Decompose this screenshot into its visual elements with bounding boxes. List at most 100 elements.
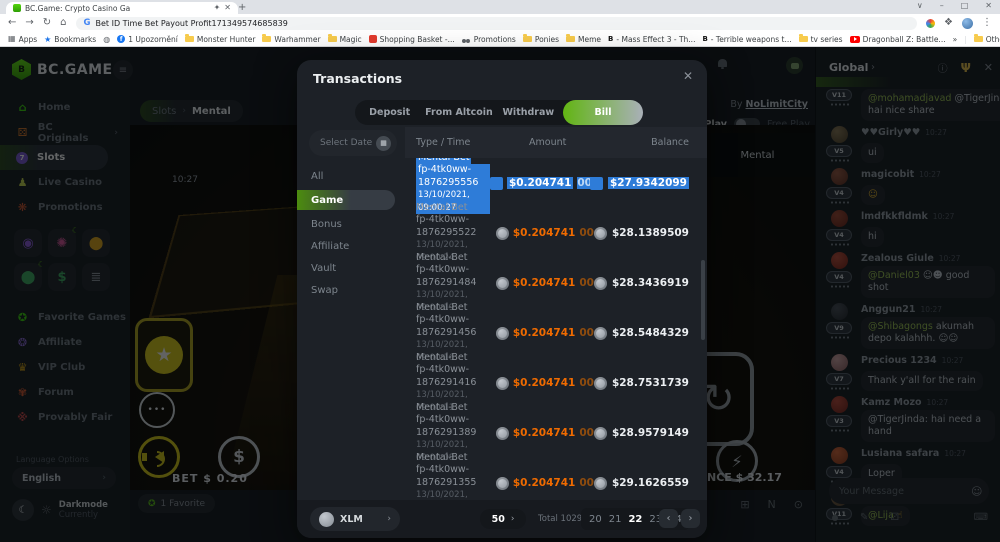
filter-affiliate[interactable]: Affiliate [297, 235, 405, 257]
balance-cell: $28.9579149 [594, 427, 689, 440]
bookmark-tv-series[interactable]: tv series [799, 35, 843, 44]
filter-swap[interactable]: Swap [297, 279, 405, 301]
window-minimize-icon[interactable]: – [940, 1, 944, 10]
back-icon[interactable]: ← [8, 18, 16, 28]
tab-from-altcoin[interactable]: From Altcoin [424, 107, 493, 118]
address-bar[interactable]: G Bet ID Time Bet Payout Profit171349574… [76, 17, 918, 30]
bookmark-meme[interactable]: Meme [566, 35, 601, 44]
home-icon[interactable]: ⌂ [60, 18, 66, 28]
xlm-coin-icon [496, 377, 509, 390]
bookmark-magic[interactable]: Magic [328, 35, 362, 44]
bookmark-shopping-basket[interactable]: Shopping Basket -... [369, 35, 455, 44]
filter-label: All [311, 171, 323, 182]
transaction-id: fp-4tk0ww-1876291389 [416, 414, 496, 439]
bookmark-monster-hunter[interactable]: Monster Hunter [185, 35, 256, 44]
amount-cell: $0.20474100 [496, 327, 594, 340]
filter-all[interactable]: All [297, 165, 405, 187]
balance-cell: $28.7531739 [594, 377, 689, 390]
balance-value: $28.3436919 [612, 277, 689, 289]
bookmark-terrible-weapons[interactable]: B- Terrible weapons t... [702, 35, 791, 44]
select-date-label: Select Date [320, 138, 372, 148]
xlm-coin-icon [496, 277, 509, 290]
prev-page-button[interactable]: ‹ [659, 509, 678, 528]
folder-icon [328, 36, 337, 42]
tab-pin-icon: ✦ [214, 4, 221, 12]
bookmarks-overflow-icon[interactable]: » [953, 35, 958, 44]
filter-game[interactable]: Game [297, 190, 395, 210]
bookmark-globe[interactable]: ◍ [103, 35, 110, 44]
tab-deposit[interactable]: Deposit [355, 107, 424, 118]
amount-minor: 00 [579, 227, 594, 239]
bookmark-upozorneni[interactable]: f1 Upozornění [117, 35, 178, 44]
xlm-coin-icon [594, 277, 607, 290]
table-row[interactable]: Mental-Betfp-4tk0ww-187629148413/10/2021… [405, 258, 707, 308]
window-close-icon[interactable]: ✕ [985, 1, 992, 10]
tab-withdraw[interactable]: Withdraw [494, 107, 563, 118]
column-amount: Amount [529, 137, 629, 148]
table-row[interactable]: Mental-Betfp-4tk0ww-187629552213/10/2021… [405, 208, 707, 258]
new-tab-button[interactable]: + [238, 2, 246, 13]
bookmark-mass-effect[interactable]: B- Mass Effect 3 - Th... [608, 35, 695, 44]
window-dropdown-icon[interactable]: ∨ [917, 1, 923, 10]
page-21[interactable]: 21 [609, 514, 622, 525]
bookmark-promotions[interactable]: Promotions [462, 35, 516, 44]
amount-value: $0.204741 [513, 227, 575, 239]
transactions-modal: Transactions ✕ Deposit From Altcoin With… [297, 60, 707, 538]
xlm-coin-icon [594, 227, 607, 240]
filter-vault[interactable]: Vault [297, 257, 405, 279]
window-maximize-icon[interactable]: □ [961, 1, 969, 10]
amount-value: $0.204741 [513, 477, 575, 489]
scrollbar-thumb[interactable] [701, 260, 705, 340]
page-size-select[interactable]: 50 › [480, 509, 526, 529]
table-row[interactable]: Mental-Betfp-4tk0ww-187629138913/10/2021… [405, 408, 707, 458]
site-favicon [13, 4, 21, 12]
transaction-type: Mental-Bet [416, 202, 496, 215]
bookmark-label: 1 Upozornění [128, 35, 178, 44]
profile-avatar[interactable] [962, 18, 973, 29]
balance-value: $28.7531739 [612, 377, 689, 389]
table-row[interactable]: Mental-Betfp-4tk0ww-187629145613/10/2021… [405, 308, 707, 358]
page-22-current[interactable]: 22 [628, 514, 642, 525]
next-page-button[interactable]: › [681, 509, 700, 528]
bookmark-label: Apps [19, 35, 38, 44]
update-icon[interactable] [926, 19, 935, 28]
transaction-id: fp-4tk0ww-1876291416 [416, 364, 496, 389]
star-icon: ★ [44, 35, 51, 44]
bookmark-label: Other bookmarks [986, 35, 1000, 44]
xlm-coin-icon [496, 427, 509, 440]
currency-select[interactable]: XLM › [310, 507, 400, 531]
forward-icon[interactable]: → [25, 18, 33, 28]
page-20[interactable]: 20 [589, 514, 602, 525]
tab-close-icon[interactable]: ✕ [224, 4, 231, 12]
other-bookmarks[interactable]: Other bookmarks [974, 35, 1000, 44]
bookmark-bookmarks[interactable]: ★Bookmarks [44, 35, 96, 44]
tab-bill[interactable]: Bill [563, 100, 643, 125]
balance-cell: $28.5484329 [594, 327, 689, 340]
xlm-coin-icon [496, 477, 509, 490]
balance-value: $28.1389509 [612, 227, 689, 239]
modal-close-icon[interactable]: ✕ [683, 69, 693, 83]
folder-icon [974, 36, 983, 42]
xlm-coin-icon [590, 177, 603, 190]
bookmark-warhammer[interactable]: Warhammer [262, 35, 320, 44]
b-logo-icon: B [702, 35, 707, 43]
b-logo-icon: B [608, 35, 613, 43]
kebab-menu-icon[interactable]: ⋮ [982, 18, 992, 28]
reload-icon[interactable]: ↻ [43, 18, 51, 28]
filter-label: Game [311, 195, 343, 206]
select-date-button[interactable]: Select Date ▦ [309, 130, 397, 156]
table-row[interactable]: Mental-Betfp-4tk0ww-187629141613/10/2021… [405, 358, 707, 408]
filter-bonus[interactable]: Bonus [297, 213, 405, 235]
xlm-coin-icon [594, 477, 607, 490]
bookmark-dragonball[interactable]: Dragonball Z: Battle... [850, 35, 946, 44]
browser-tab[interactable]: BC.Game: Crypto Casino Ga ✦ ✕ [6, 2, 238, 14]
bookmark-ponies[interactable]: Ponies [523, 35, 559, 44]
filter-label: Bonus [311, 219, 342, 230]
extensions-puzzle-icon[interactable]: ❖ [944, 18, 953, 28]
bookmark-apps[interactable]: ▦Apps [8, 34, 37, 44]
amount-cell: $0.20474100 [490, 177, 590, 190]
table-row[interactable]: Mental-Betfp-4tk0ww-187629135513/10/2021… [405, 458, 707, 500]
site: B BC.GAME ≡ ⌂Home ⚄BC Originals› 7Slots … [0, 47, 1000, 542]
filter-list: All Game Bonus Affiliate Vault Swap [297, 165, 405, 301]
table-row[interactable]: Mental-Betfp-4tk0ww-187629555613/10/2021… [405, 158, 707, 208]
